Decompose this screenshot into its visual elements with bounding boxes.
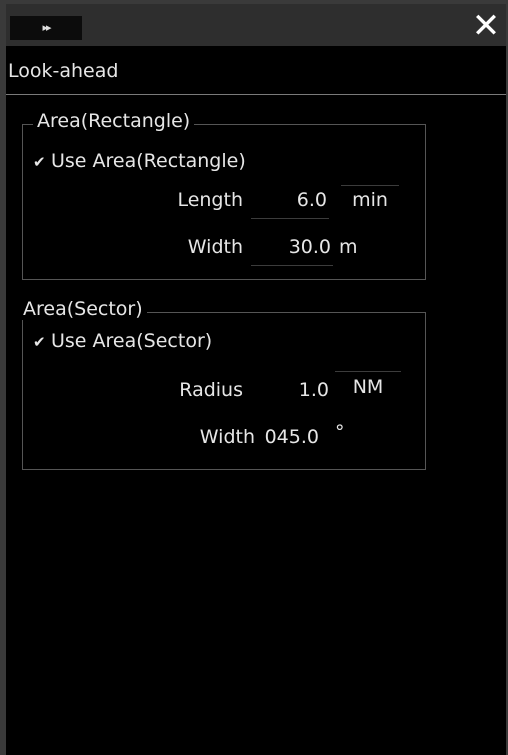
close-button[interactable]: ✕	[466, 6, 506, 46]
look-ahead-window: ▸▸ ✕ Look-ahead Area(Rectangle) ✔ Use Are…	[0, 0, 508, 755]
collapse-panel-button[interactable]: ▸▸	[10, 16, 82, 40]
sector-width-input[interactable]: 045.0	[257, 426, 321, 456]
check-icon: ✔	[33, 333, 46, 351]
rectangle-length-label: Length	[177, 189, 243, 211]
rectangle-width-label: Width	[187, 236, 243, 258]
rectangle-length-input[interactable]: 6.0	[251, 189, 329, 219]
rectangle-length-unit-selector[interactable]: min	[341, 185, 399, 219]
sector-radius-unit: NM	[352, 376, 384, 398]
sector-area-legend: Area(Sector)	[19, 298, 147, 320]
title-bar: ▸▸ ✕	[6, 4, 506, 46]
double-chevron-right-icon: ▸▸	[42, 21, 51, 34]
use-sector-area-label: Use Area(Sector)	[51, 330, 213, 352]
use-sector-area-checkbox[interactable]: ✔ Use Area(Sector)	[33, 330, 212, 352]
rectangle-length-unit: min	[352, 189, 388, 211]
sector-width-label: Width	[199, 426, 255, 448]
panel-header: Look-ahead	[6, 46, 506, 95]
rectangle-area-legend: Area(Rectangle)	[33, 110, 195, 132]
rectangle-width-unit: m	[339, 236, 358, 258]
panel-title: Look-ahead	[8, 60, 119, 82]
check-icon: ✔	[33, 153, 46, 171]
use-rectangle-area-checkbox[interactable]: ✔ Use Area(Rectangle)	[33, 150, 246, 172]
sector-width-unit: °	[335, 421, 345, 443]
sector-radius-label: Radius	[179, 379, 243, 401]
rectangle-width-input[interactable]: 30.0	[251, 236, 333, 266]
sector-radius-input[interactable]: 1.0	[285, 379, 331, 409]
use-rectangle-area-label: Use Area(Rectangle)	[51, 150, 246, 172]
close-icon: ✕	[471, 6, 501, 46]
sector-area-group: Area(Sector) ✔ Use Area(Sector) Radius 1.…	[19, 298, 426, 470]
rectangle-area-group: Area(Rectangle) ✔ Use Area(Rectangle) Len…	[22, 110, 426, 280]
sector-radius-unit-selector[interactable]: NM	[335, 371, 401, 405]
